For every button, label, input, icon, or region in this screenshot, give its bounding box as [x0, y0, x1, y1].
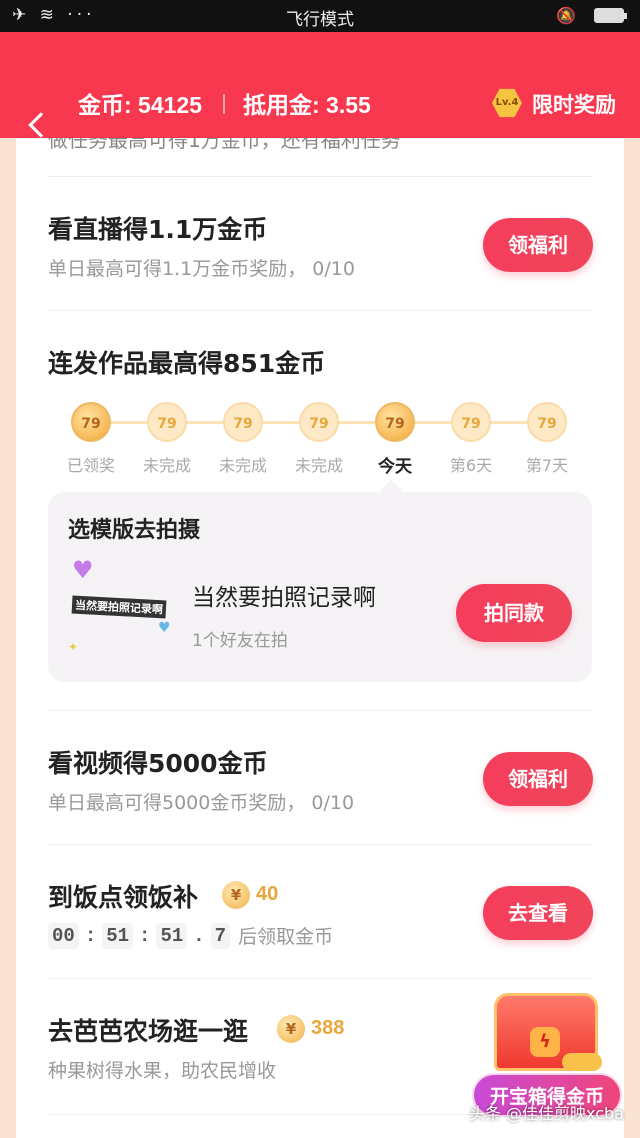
- video-task-title: 看视频得5000金币: [48, 749, 268, 778]
- thumbnail-caption: 当然要拍照记录啊: [71, 595, 167, 619]
- template-box-title: 选模版去拍摄: [68, 518, 201, 543]
- template-box: 选模版去拍摄 ♥ 当然要拍照记录啊 ♥ ✦ 当然要拍照记录啊 1个好友在拍 拍同…: [48, 492, 592, 682]
- timer-seconds: 51: [156, 922, 188, 949]
- streak-day-7: 79 第7天: [517, 402, 577, 476]
- template-name: 当然要拍照记录啊: [192, 585, 376, 611]
- header-divider: [223, 94, 225, 114]
- video-claim-button[interactable]: 领福利: [483, 752, 593, 806]
- live-task-title: 看直播得1.1万金币: [48, 215, 268, 244]
- live-claim-button[interactable]: 领福利: [483, 218, 593, 272]
- deduction-balance: 抵用金: 3.55: [243, 92, 371, 118]
- streak-day-label: 今天: [378, 457, 412, 477]
- timer-hours: 00: [48, 922, 79, 949]
- streak-day-2: 79 未完成: [137, 402, 197, 476]
- sparkle-icon: ✦: [68, 640, 79, 654]
- status-bar: ✈ ≋ ··· 飞行模式 🔕: [0, 0, 640, 32]
- coin-icon: 79: [299, 402, 339, 442]
- timer-separator: :: [139, 924, 151, 947]
- shoot-same-button[interactable]: 拍同款: [456, 584, 572, 642]
- live-task-subtitle: 单日最高可得1.1万金币奖励， 0/10: [48, 258, 355, 280]
- coin-icon: 79: [223, 402, 263, 442]
- streak-day-label: 未完成: [294, 456, 343, 475]
- coin-icon: 79: [375, 402, 415, 442]
- timer-minutes: 51: [102, 922, 134, 949]
- mute-icon: 🔕: [556, 6, 576, 25]
- heart-icon: ♥: [72, 556, 94, 584]
- coin-icon: 79: [147, 402, 187, 442]
- meal-task-title: 到饭点领饭补: [48, 883, 199, 912]
- streak-day-label: 未完成: [218, 456, 267, 475]
- limited-reward-link[interactable]: 限时奖励: [532, 89, 616, 119]
- streak-day-6: 79 第6天: [441, 402, 501, 476]
- coin-icon: 79: [71, 402, 111, 442]
- coin-balance: 金币: 54125: [78, 92, 203, 118]
- timer-separator: :: [84, 924, 97, 947]
- coin-icon: ¥: [277, 1015, 305, 1043]
- divider: [48, 176, 592, 177]
- timer-suffix: 后领取金币: [238, 926, 334, 948]
- streak-day-1: 79 已领奖: [61, 402, 121, 476]
- back-button[interactable]: [10, 68, 54, 138]
- farm-coin-amount: 388: [311, 1017, 345, 1039]
- cut-off-text: 做任务最高可得1万金币，还有福利任务: [48, 138, 401, 152]
- streak-day-4: 79 未完成: [289, 402, 349, 476]
- meal-coin-amount: 40: [256, 883, 279, 905]
- status-title: 飞行模式: [286, 10, 354, 30]
- back-arrow-icon: [28, 112, 54, 138]
- template-friends: 1个好友在拍: [192, 631, 288, 651]
- timer-tenths: 7: [210, 922, 231, 949]
- coin-icon: 79: [527, 402, 567, 442]
- streak-day-label: 已领奖: [66, 456, 115, 475]
- streak-day-label: 第7天: [525, 456, 569, 475]
- level-badge-icon: Lv.4: [492, 88, 522, 118]
- coin-icon: 79: [451, 402, 491, 442]
- chest-lock-icon: ϟ: [530, 1027, 560, 1057]
- coin-icon: ¥: [222, 881, 250, 909]
- divider: [48, 844, 592, 845]
- streak-day-3: 79 未完成: [213, 402, 273, 476]
- video-task-subtitle: 单日最高可得5000金币奖励， 0/10: [48, 792, 355, 814]
- timer-separator: .: [193, 924, 205, 947]
- meal-countdown: 00 : 51 : 51 . 7 后领取金币: [48, 922, 333, 949]
- divider: [48, 710, 592, 711]
- template-thumbnail[interactable]: ♥ 当然要拍照记录啊 ♥ ✦: [64, 556, 174, 656]
- streak-day-5: 79 今天: [365, 402, 425, 477]
- streak-day-label: 第6天: [449, 456, 493, 475]
- streak-task-title: 连发作品最高得851金币: [48, 349, 326, 378]
- farm-task-title: 去芭芭农场逛一逛: [48, 1017, 249, 1046]
- watermark: 头条 @佳佳剪映xcba: [468, 1104, 624, 1123]
- divider: [48, 310, 592, 311]
- streak-day-label: 未完成: [142, 456, 191, 475]
- battery-icon: [594, 8, 627, 23]
- farm-task-subtitle: 种果树得水果，助农民增收: [48, 1060, 277, 1082]
- blue-heart-icon: ♥: [158, 620, 171, 636]
- app-header: 金币: 54125 抵用金: 3.55 Lv.4 限时奖励: [0, 32, 640, 138]
- meal-view-button[interactable]: 去查看: [483, 886, 593, 940]
- chest-coins-icon: [562, 1053, 602, 1071]
